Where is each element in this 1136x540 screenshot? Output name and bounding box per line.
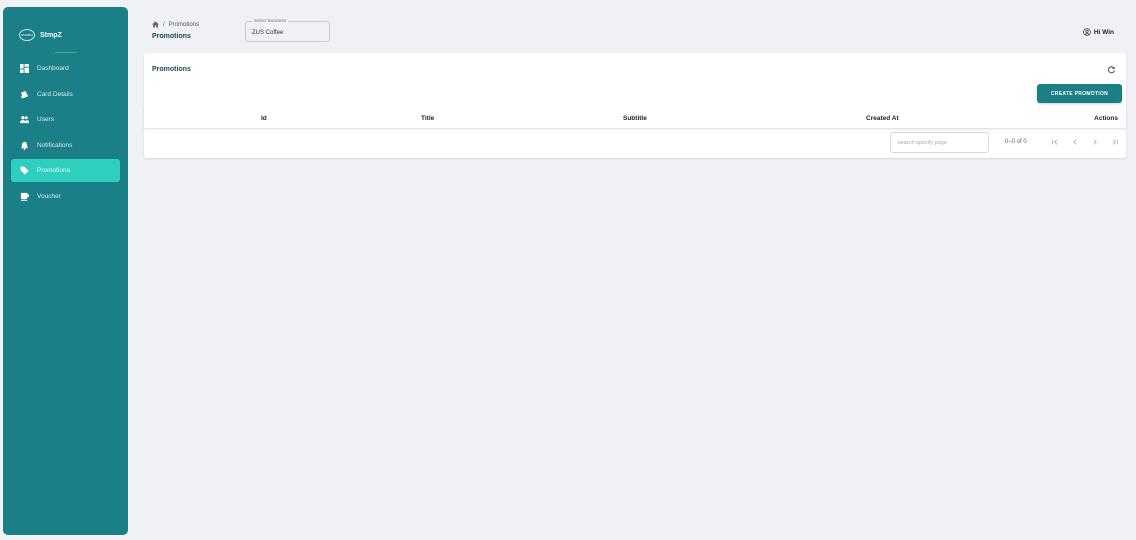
bell-icon [20, 141, 29, 150]
last-page-button[interactable] [1109, 136, 1121, 148]
brand[interactable]: STAMPZ StmpZ [19, 27, 62, 43]
sidebar-item-dashboard[interactable]: Dashboard [11, 57, 120, 80]
next-page-button[interactable] [1089, 136, 1101, 148]
voucher-icon [20, 192, 29, 201]
sidebar-item-users[interactable]: Users [11, 108, 120, 131]
sidebar: STAMPZ StmpZ Dashboard Card Details User… [3, 7, 128, 535]
refresh-button[interactable] [1106, 64, 1116, 74]
breadcrumb-separator: / [163, 21, 165, 28]
dashboard-icon [20, 64, 29, 73]
sidebar-item-card-details[interactable]: Card Details [11, 83, 120, 106]
sidebar-item-voucher[interactable]: Voucher [11, 185, 120, 208]
previous-page-button[interactable] [1069, 136, 1081, 148]
sidebar-item-label: Voucher [37, 192, 61, 200]
table-pagination: 0–0 of 0 [144, 131, 1126, 158]
business-select-label: Select Business [252, 18, 289, 23]
users-icon [20, 115, 29, 124]
column-header-id[interactable]: Id [261, 115, 267, 122]
divider [55, 52, 77, 53]
sidebar-item-notifications[interactable]: Notifications [11, 134, 120, 157]
column-header-subtitle[interactable]: Subtitle [623, 115, 647, 122]
business-select-value: ZUS Coffee [252, 30, 284, 36]
home-icon[interactable] [152, 21, 159, 28]
user-menu[interactable]: Hi Win [1083, 28, 1114, 36]
first-page-icon [1052, 139, 1058, 145]
sidebar-item-label: Users [37, 116, 54, 123]
business-select[interactable]: Select Business ZUS Coffee [245, 18, 330, 42]
sidebar-item-promotions[interactable]: Promotions [11, 159, 120, 182]
page-search-input[interactable] [890, 132, 989, 153]
first-page-button[interactable] [1049, 136, 1061, 148]
promotions-card: Promotions CREATE PROMOTION Id Title Sub… [144, 53, 1126, 158]
breadcrumb: / Promotions [152, 21, 199, 28]
column-header-title[interactable]: Title [421, 115, 434, 122]
column-header-actions: Actions [1094, 115, 1118, 122]
card-title: Promotions [152, 66, 191, 73]
user-circle-icon [1083, 28, 1091, 36]
breadcrumb-current: Promotions [168, 21, 200, 28]
pagination-range: 0–0 of 0 [1005, 139, 1027, 145]
user-greeting: Hi Win [1093, 28, 1114, 36]
pagination-controls [1049, 136, 1121, 148]
sidebar-item-label: Notifications [37, 141, 73, 149]
chevron-right-icon [1093, 139, 1097, 145]
column-header-created-at[interactable]: Created At [866, 115, 899, 122]
tag-icon [20, 166, 29, 175]
brand-logo: STAMPZ [19, 29, 35, 41]
brand-name: StmpZ [40, 31, 62, 39]
last-page-icon [1112, 139, 1118, 145]
sidebar-item-label: Promotions [37, 167, 70, 174]
sidebar-item-label: Card Details [37, 90, 73, 98]
card-icon [20, 90, 29, 99]
sidebar-nav: Dashboard Card Details Users Notificatio… [11, 57, 120, 210]
chevron-left-icon [1073, 139, 1077, 145]
refresh-icon [1107, 65, 1115, 73]
create-promotion-button[interactable]: CREATE PROMOTION [1037, 84, 1122, 103]
page-title: Promotions [152, 33, 191, 40]
sidebar-item-label: Dashboard [37, 65, 69, 72]
table-header: Id Title Subtitle Created At Actions [144, 107, 1126, 129]
